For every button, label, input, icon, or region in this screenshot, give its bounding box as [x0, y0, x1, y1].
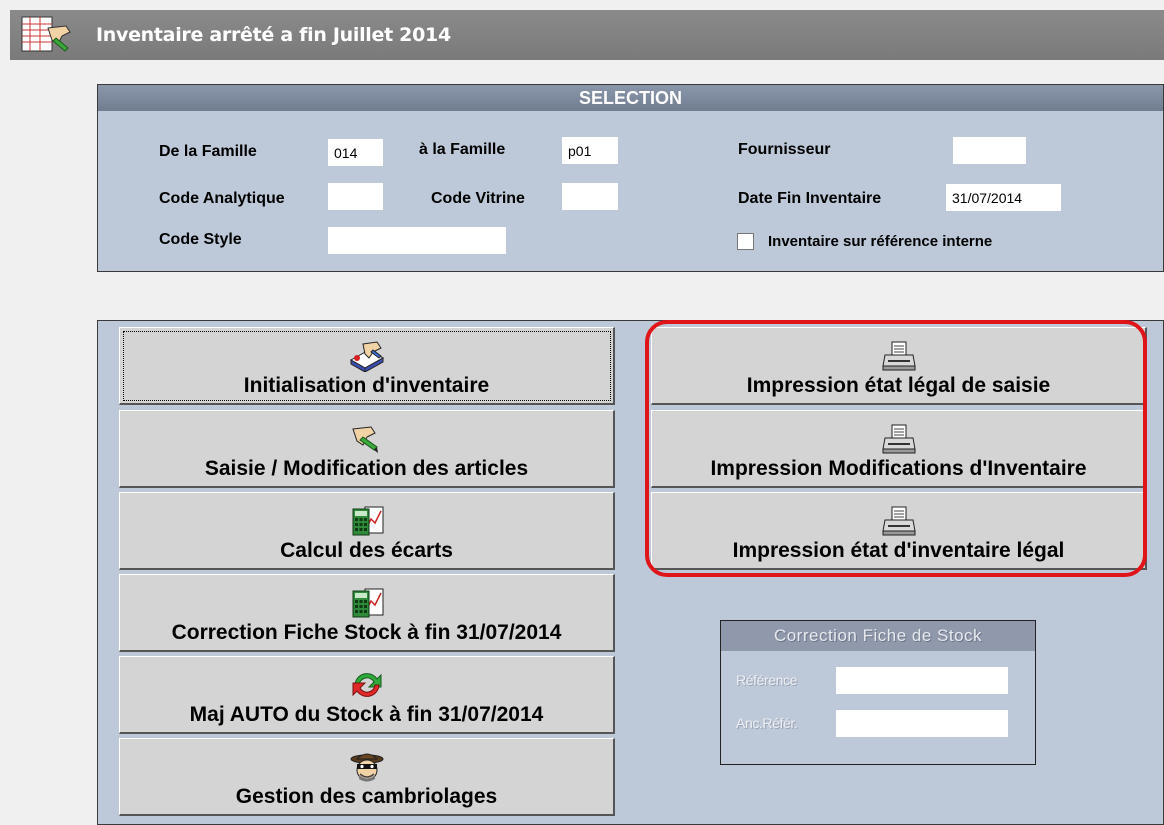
inventory-hand-icon [21, 16, 71, 52]
selection-heading: SELECTION [98, 85, 1163, 111]
selection-panel: SELECTION De la Famille 014 à la Famille… [97, 84, 1164, 272]
date-fin-inventaire-label: Date Fin Inventaire [738, 190, 882, 207]
calculator-chart-icon [352, 506, 383, 536]
printer-icon [881, 506, 916, 536]
maj-auto-stock-button[interactable]: Maj AUTO du Stock à fin 31/07/2014 [119, 656, 615, 734]
reference-interne-label: Inventaire sur référence interne [768, 233, 993, 250]
calcul-ecarts-label: Calcul des écarts [280, 539, 453, 562]
maj-auto-stock-label: Maj AUTO du Stock à fin 31/07/2014 [189, 703, 544, 726]
anc-refer-input[interactable] [836, 710, 1008, 737]
date-fin-inventaire-input[interactable]: 31/07/2014 [946, 184, 1061, 211]
saisie-modification-button[interactable]: Saisie / Modification des articles [119, 410, 615, 488]
impression-modifications-button[interactable]: Impression Modifications d'Inventaire [651, 410, 1147, 488]
gestion-cambriolages-label: Gestion des cambriolages [235, 785, 498, 808]
burglar-icon [350, 753, 383, 782]
printer-icon [881, 341, 916, 371]
anc-refer-label: Anc.Référ. [736, 715, 798, 731]
a-la-famille-label: à la Famille [419, 141, 506, 158]
initialisation-inventaire-button[interactable]: Initialisation d'inventaire [119, 327, 615, 405]
gestion-cambriolages-button[interactable]: Gestion des cambriolages [119, 738, 615, 816]
fournisseur-input[interactable] [953, 137, 1026, 164]
code-vitrine-label: Code Vitrine [431, 190, 525, 207]
de-la-famille-input[interactable]: 014 [328, 139, 383, 166]
printer-icon [881, 424, 916, 454]
impression-etat-inventaire-legal-button[interactable]: Impression état d'inventaire légal [651, 492, 1147, 570]
impression-etat-legal-saisie-button[interactable]: Impression état légal de saisie [651, 327, 1147, 405]
a-la-famille-input[interactable]: p01 [562, 137, 618, 164]
title-bar: Inventaire arrêté a fin Juillet 2014 [10, 10, 1164, 60]
refresh-arrows-icon [352, 673, 381, 697]
code-vitrine-input[interactable] [562, 183, 618, 210]
correction-fiche-stock-label: Correction Fiche Stock à fin 31/07/2014 [171, 621, 562, 644]
correction-fiche-stock-box: Correction Fiche de Stock Référence Anc.… [720, 620, 1036, 765]
window-title: Inventaire arrêté a fin Juillet 2014 [96, 24, 451, 46]
impression-modifications-label: Impression Modifications d'Inventaire [710, 457, 1087, 480]
code-analytique-input[interactable] [328, 183, 383, 210]
saisie-modification-label: Saisie / Modification des articles [204, 457, 529, 480]
hand-pen-icon [351, 426, 378, 453]
notebook-pen-icon [349, 341, 384, 372]
calculator-chart-icon [352, 588, 383, 618]
fournisseur-label: Fournisseur [738, 141, 831, 158]
correction-heading: Correction Fiche de Stock [721, 621, 1035, 651]
impression-etat-legal-saisie-label: Impression état légal de saisie [746, 374, 1051, 397]
impression-etat-inventaire-legal-label: Impression état d'inventaire légal [732, 539, 1065, 562]
code-style-input[interactable] [328, 227, 506, 254]
initialisation-inventaire-label: Initialisation d'inventaire [243, 374, 490, 397]
reference-interne-checkbox[interactable] [737, 233, 754, 250]
code-style-label: Code Style [159, 231, 242, 248]
correction-fiche-stock-button[interactable]: Correction Fiche Stock à fin 31/07/2014 [119, 574, 615, 652]
reference-input[interactable] [836, 667, 1008, 694]
reference-label: Référence [736, 672, 797, 688]
de-la-famille-label: De la Famille [159, 143, 257, 160]
code-analytique-label: Code Analytique [159, 190, 285, 207]
calcul-ecarts-button[interactable]: Calcul des écarts [119, 492, 615, 570]
